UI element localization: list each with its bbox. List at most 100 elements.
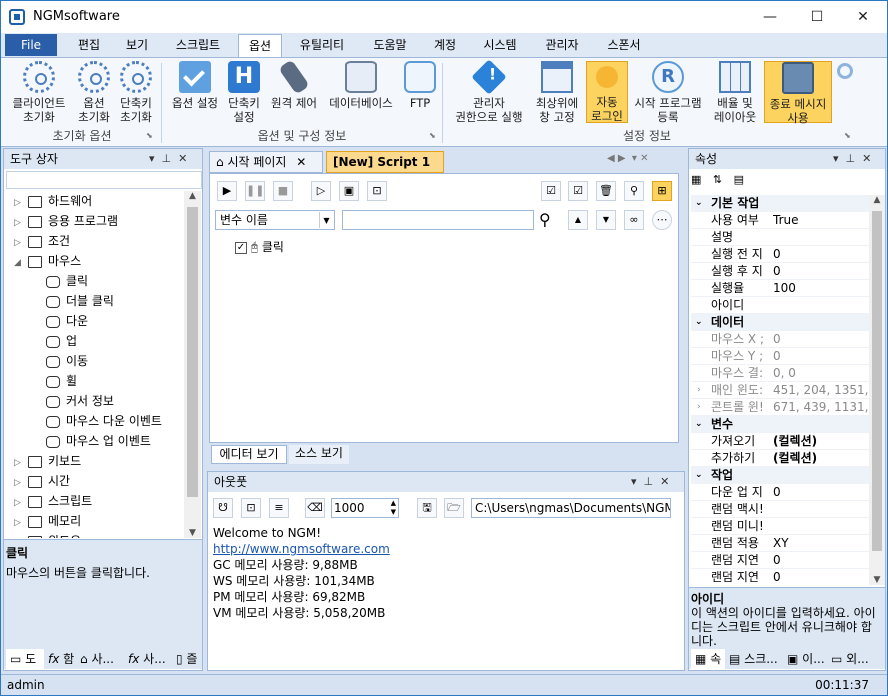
ftp-button[interactable]: FTP — [403, 61, 437, 110]
collapse-icon[interactable]: ⌄ — [695, 416, 703, 432]
stepper-arrows-icon[interactable]: ▲ ▼ — [391, 499, 396, 517]
collapse-icon[interactable]: ⌄ — [695, 314, 703, 330]
run-selected-button[interactable]: ▣ — [339, 181, 359, 201]
tab-utility[interactable]: 유틸리티 — [291, 34, 353, 57]
tab-account[interactable]: 계정 — [426, 34, 464, 57]
toolbox-scrollbar[interactable]: ▲ ▼ — [184, 191, 201, 538]
scale-layout-button[interactable]: 배율 및 레이아웃 — [709, 61, 761, 124]
property-row[interactable]: 랜덤 지연 0 — [691, 569, 869, 585]
tree-item[interactable]: 마우스 다운 이벤트 — [4, 411, 162, 431]
output-link[interactable]: http://www.ngmsoftware.com — [213, 541, 683, 557]
tree-item[interactable]: ▷ 키보드 — [4, 451, 81, 471]
property-category[interactable]: ⌄ 데이터 — [691, 314, 869, 331]
close-tab-icon[interactable]: ✕ — [296, 155, 306, 169]
tree-item[interactable]: ▷ 시간 — [4, 471, 70, 491]
property-value[interactable]: 671, 439, 1131, 64 — [773, 399, 869, 415]
property-value[interactable]: 0 — [773, 331, 869, 347]
property-value[interactable]: 0, 0 — [773, 365, 869, 381]
tree-item[interactable]: ▷ 하드웨어 — [4, 191, 92, 211]
variable-select[interactable]: 변수 이름 ▼ — [215, 210, 335, 230]
search-icon[interactable]: ⚲ — [539, 210, 551, 229]
properties-scrollbar[interactable]: ▲ ▼ — [869, 195, 885, 585]
log-path-input[interactable]: C:\Users\ngmas\Documents\NGM6\ — [471, 498, 671, 518]
tree-item[interactable]: 더블 클릭 — [4, 291, 114, 311]
tab-source-view[interactable]: 소스 보기 — [289, 445, 349, 464]
reset-options-button[interactable]: 옵션 초기화 — [73, 61, 115, 124]
property-value[interactable]: 0 — [773, 348, 869, 364]
tab-system[interactable]: 시스템 — [475, 34, 525, 57]
property-toolbar[interactable]: ▦ ⇅ ▤ — [691, 173, 748, 186]
clear-output-button[interactable]: ☋ — [213, 498, 233, 518]
expand-icon[interactable]: ▷ — [14, 213, 24, 233]
run-from-button[interactable]: ⊡ — [367, 181, 387, 201]
property-value[interactable]: 451, 204, 1351, 90 — [773, 382, 869, 398]
check-all-button[interactable]: ☑ — [541, 181, 561, 201]
shortcut-settings-button[interactable]: H 단축키 설정 — [225, 61, 263, 124]
tab-start-page[interactable]: ⌂ 시작 페이지 ✕ — [209, 151, 323, 173]
collapse-icon[interactable]: ⌄ — [695, 195, 703, 211]
expand-icon[interactable]: ▷ — [14, 533, 24, 538]
option-settings-button[interactable]: 옵션 설정 — [167, 61, 223, 110]
property-row[interactable]: 추가하기 (컬렉션) — [691, 450, 869, 467]
tree-item[interactable]: 다운 — [4, 311, 88, 331]
check-button[interactable]: ☑ — [568, 181, 588, 201]
delete-button[interactable]: 🗑 — [596, 181, 616, 201]
property-row[interactable]: 마우스 Y ; 0 — [691, 348, 869, 365]
property-value[interactable]: (컬렉션) — [773, 450, 869, 466]
expand-icon[interactable]: ▷ — [14, 493, 24, 513]
move-down-button[interactable]: ▼ — [596, 210, 616, 230]
property-row[interactable]: 사용 여부 True — [691, 212, 869, 229]
move-up-button[interactable]: ▲ — [568, 210, 588, 230]
property-category[interactable]: ⌄ 작업 — [691, 467, 869, 484]
collapse-icon[interactable]: ◢ — [14, 253, 24, 273]
variable-search-input[interactable] — [342, 210, 534, 230]
tree-item[interactable]: 커서 정보 — [4, 391, 114, 411]
property-value[interactable]: (컬렉션) — [773, 433, 869, 449]
script-item-click[interactable]: ✓ 🖰 클릭 — [235, 239, 315, 255]
scroll-up-icon[interactable]: ▲ — [184, 191, 201, 201]
property-row[interactable]: 랜덤 적용 XY — [691, 535, 869, 552]
stop-button[interactable]: ■ — [273, 181, 293, 201]
property-row[interactable]: 설명 — [691, 229, 869, 246]
property-category[interactable]: ⌄ 기본 작업 — [691, 195, 869, 212]
tree-item[interactable]: ▷ 조건 — [4, 231, 70, 251]
property-value[interactable]: 0 — [773, 246, 869, 262]
expand-icon[interactable]: › — [697, 399, 701, 415]
wrap-button[interactable]: ≡ — [269, 498, 289, 518]
tab-help[interactable]: 도움말 — [365, 34, 415, 57]
tab-properties[interactable]: ▦ 속 — [691, 649, 725, 669]
tab-image[interactable]: ▣ 이... — [783, 649, 827, 669]
pause-button[interactable]: ❚❚ — [245, 181, 265, 201]
find-button[interactable]: ⚲ — [624, 181, 644, 201]
toolbox-search-input[interactable] — [6, 171, 202, 189]
tree-item[interactable]: 마우스 업 이벤트 — [4, 431, 151, 451]
interval-stepper[interactable]: 1000 ▲ ▼ — [331, 498, 399, 518]
always-on-top-button[interactable]: 최상위에 창 고정 — [531, 61, 583, 124]
tab-script-1[interactable]: [New] Script 1 ✕ — [326, 151, 444, 189]
tree-item[interactable]: 이동 — [4, 351, 88, 371]
scroll-up-icon[interactable]: ▲ — [869, 195, 885, 205]
property-value[interactable]: 0 — [773, 484, 869, 500]
tab-script[interactable]: 스크립트 — [166, 34, 230, 57]
property-value[interactable]: XY — [773, 535, 869, 551]
tree-item[interactable]: ▷ 메모리 — [4, 511, 81, 531]
expand-icon[interactable]: ▷ — [14, 513, 24, 533]
play-button[interactable]: ▶ — [217, 181, 237, 201]
tab-user[interactable]: ⌂ 사... — [76, 649, 124, 669]
property-row[interactable]: › 매인 윈도: 451, 204, 1351, 90 — [691, 382, 869, 399]
property-value[interactable]: 100 — [773, 280, 869, 296]
tree-item[interactable]: ▷ 응용 프로그램 — [4, 211, 118, 231]
tree-item[interactable]: ▷ 스크립트 — [4, 491, 92, 511]
tab-external-api[interactable]: ▭ 외... — [827, 649, 883, 669]
tab-user-functions[interactable]: fx 사... — [124, 649, 172, 669]
expand-icon[interactable]: ▷ — [14, 473, 24, 493]
property-row[interactable]: 다운 업 지 0 — [691, 484, 869, 501]
property-value[interactable]: 0 — [773, 263, 869, 279]
property-row[interactable]: 아이디 — [691, 297, 869, 314]
tree-item[interactable]: 클릭 — [4, 271, 88, 291]
loop-button[interactable]: ∞ — [624, 210, 644, 230]
collapse-icon[interactable]: ⌄ — [695, 467, 703, 483]
close-button[interactable]: ✕ — [840, 1, 886, 33]
exit-message-button[interactable]: 종료 메시지 사용 — [764, 61, 832, 125]
tree-item[interactable]: 업 — [4, 331, 77, 351]
